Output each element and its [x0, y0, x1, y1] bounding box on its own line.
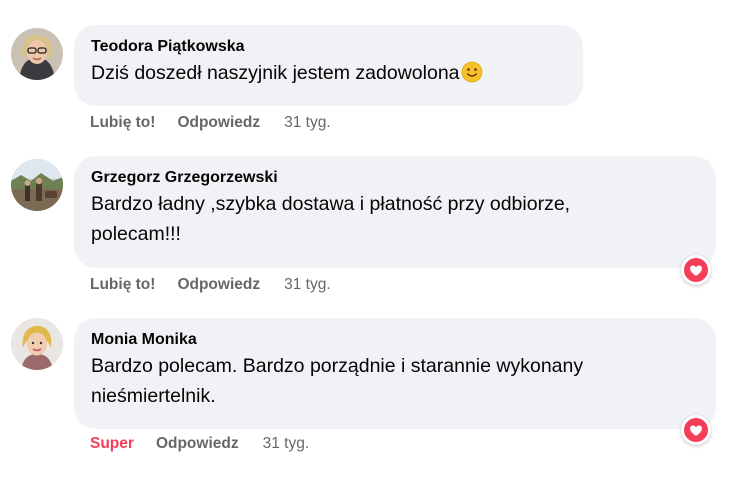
- comment-bubble: Grzegorz Grzegorzewski Bardzo ładny ,szy…: [74, 156, 716, 268]
- comment-bubble: Monia Monika Bardzo polecam. Bardzo porz…: [74, 318, 716, 429]
- reaction-badge[interactable]: [681, 255, 711, 285]
- avatar[interactable]: [11, 159, 63, 211]
- reply-button[interactable]: Odpowiedz: [156, 435, 239, 452]
- avatar[interactable]: [11, 28, 63, 80]
- comment-actions: Lubię to! Odpowiedz 31 tyg.: [90, 113, 353, 133]
- comment-author[interactable]: Grzegorz Grzegorzewski: [91, 167, 699, 189]
- heart-icon: [684, 258, 708, 282]
- reaction-badge[interactable]: [681, 415, 711, 445]
- comment-actions: Super Odpowiedz 31 tyg.: [90, 434, 331, 454]
- reply-button[interactable]: Odpowiedz: [177, 114, 260, 131]
- comment-text-line: polecam!!!: [91, 223, 181, 245]
- reply-button[interactable]: Odpowiedz: [177, 276, 260, 293]
- comment-text-content: Dziś doszedł naszyjnik jestem zadowolona: [91, 62, 460, 84]
- heart-icon: [684, 418, 708, 442]
- comment-timestamp[interactable]: 31 tyg.: [284, 276, 331, 293]
- comment-timestamp[interactable]: 31 tyg.: [284, 114, 331, 131]
- comment-text: Dziś doszedł naszyjnik jestem zadowolona: [91, 58, 566, 92]
- comment-bubble: Teodora Piątkowska Dziś doszedł naszyjni…: [74, 25, 583, 106]
- comment-author[interactable]: Monia Monika: [91, 329, 699, 351]
- comment-text-line: nieśmiertelnik.: [91, 385, 216, 407]
- comment-text-line: Bardzo ładny ,szybka dostawa i płatność …: [91, 193, 571, 215]
- comment-author[interactable]: Teodora Piątkowska: [91, 36, 566, 58]
- slightly-smiling-face-emoji: [461, 61, 483, 92]
- like-button[interactable]: Lubię to!: [90, 114, 155, 131]
- comment-actions: Lubię to! Odpowiedz 31 tyg.: [90, 275, 353, 295]
- avatar[interactable]: [11, 318, 63, 370]
- super-reaction-button[interactable]: Super: [90, 435, 134, 452]
- comment-timestamp[interactable]: 31 tyg.: [263, 435, 310, 452]
- comment-text-line: Bardzo polecam. Bardzo porządnie i stara…: [91, 355, 584, 377]
- like-button[interactable]: Lubię to!: [90, 276, 155, 293]
